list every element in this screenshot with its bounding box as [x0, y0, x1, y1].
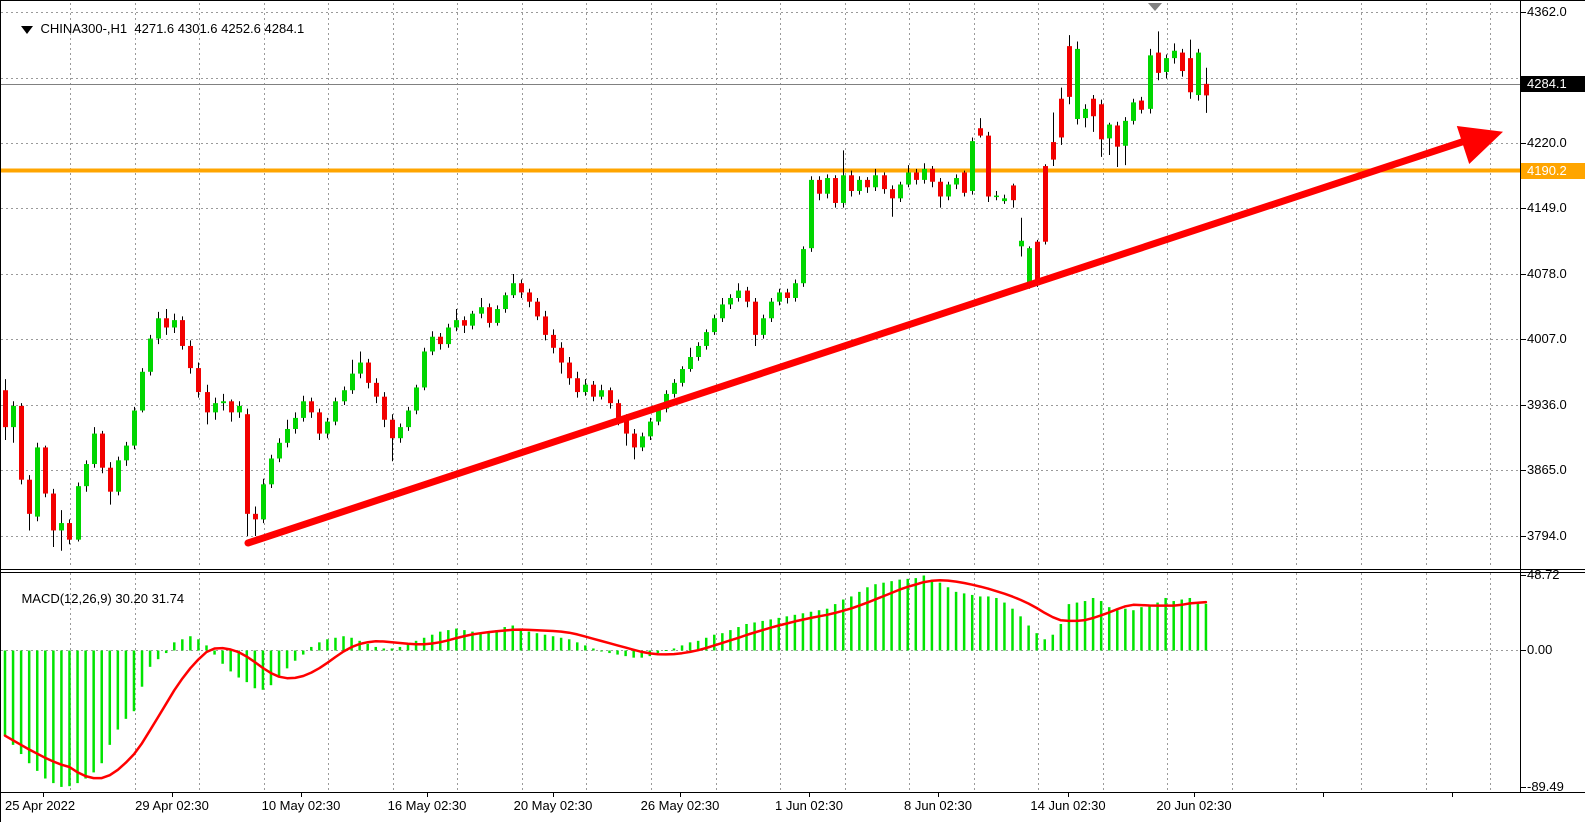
symbol-timeframe-label: CHINA300-,H1	[40, 21, 127, 36]
macd-histogram	[4, 575, 1207, 786]
time-axis-label: 16 May 02:30	[388, 798, 467, 813]
time-axis-label: 20 May 02:30	[514, 798, 593, 813]
price-axis-label: 4362.0	[1527, 4, 1567, 19]
time-axis-label: 10 May 02:30	[262, 798, 341, 813]
horizontal-line-price-badge: 4190.2	[1521, 163, 1585, 179]
time-axis-label: 25 Apr 2022	[5, 798, 75, 813]
macd-signal-value: 31.74	[152, 591, 185, 606]
chart-canvas[interactable]	[1, 1, 1585, 822]
time-axis-label: 29 Apr 02:30	[135, 798, 209, 813]
macd-signal-line	[5, 580, 1206, 778]
price-axis-label: 3865.0	[1527, 462, 1567, 477]
current-price-badge: 4284.1	[1521, 76, 1585, 92]
macd-axis-label: 0.00	[1527, 642, 1552, 657]
macd-axis-label: -89.49	[1527, 779, 1564, 794]
price-axis-label: 4149.0	[1527, 200, 1567, 215]
ohlc-readout: 4271.6 4301.6 4252.6 4284.1	[134, 21, 304, 36]
time-axis-label: 26 May 02:30	[641, 798, 720, 813]
time-axis-label: 14 Jun 02:30	[1030, 798, 1105, 813]
price-axis-label: 4078.0	[1527, 266, 1567, 281]
macd-name: MACD(12,26,9)	[21, 591, 111, 606]
price-axis-label: 4220.0	[1527, 135, 1567, 150]
macd-indicator-label: MACD(12,26,9) 30.20 31.74	[7, 576, 184, 621]
chart-shift-marker-icon[interactable]	[1148, 3, 1162, 11]
mt4-chart-window: CHINA300-,H1 4271.6 4301.6 4252.6 4284.1…	[0, 0, 1585, 822]
macd-value: 30.20	[115, 591, 148, 606]
window-marker-icon	[21, 26, 33, 34]
time-axis-label: 20 Jun 02:30	[1156, 798, 1231, 813]
price-axis-label: 3936.0	[1527, 397, 1567, 412]
time-axis-label: 8 Jun 02:30	[904, 798, 972, 813]
time-axis-label: 1 Jun 02:30	[775, 798, 843, 813]
price-axis-label: 3794.0	[1527, 528, 1567, 543]
chart-title: CHINA300-,H1 4271.6 4301.6 4252.6 4284.1	[7, 6, 304, 51]
price-axis-label: 4007.0	[1527, 331, 1567, 346]
candlestick-series	[3, 31, 1209, 550]
macd-axis-label: 48.72	[1527, 567, 1560, 582]
